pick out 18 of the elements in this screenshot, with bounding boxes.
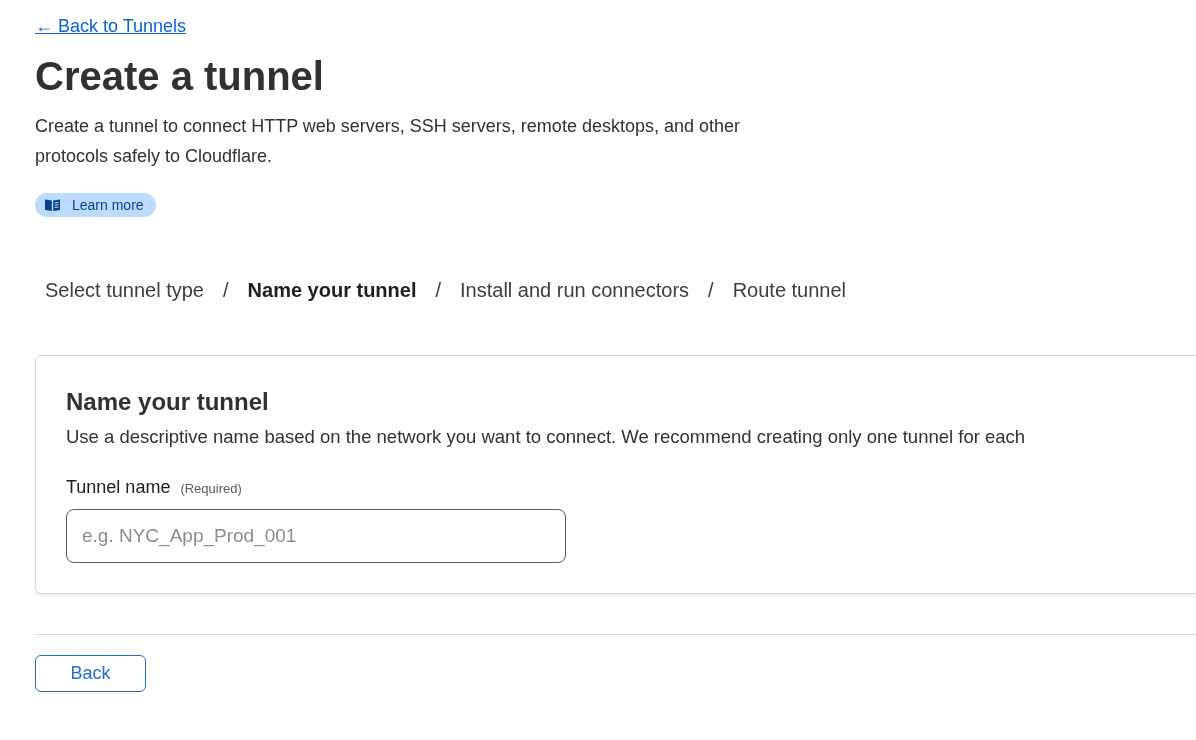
card-title: Name your tunnel bbox=[66, 387, 270, 417]
breadcrumb-step: Install and run connectors bbox=[460, 276, 690, 304]
page-description: Create a tunnel to connect HTTP web servers, SSH servers, remote desktops, and other protocols safely to Cloudflare. bbox=[35, 115, 741, 168]
page-title: Create a tunnel bbox=[35, 53, 324, 100]
breadcrumb-step: Route tunnel bbox=[732, 276, 847, 304]
back-button[interactable]: Back bbox=[35, 655, 146, 692]
breadcrumb-step: Select tunnel type bbox=[45, 276, 204, 304]
learn-more-button[interactable]: Learn more bbox=[35, 193, 156, 217]
breadcrumb-step: Name your tunnel bbox=[247, 276, 417, 304]
required-hint: (Required) bbox=[180, 480, 242, 498]
card-description: Use a descriptive name based on the network you want to connect. We recommend creating only one tunnel for each bbox=[66, 425, 1027, 449]
book-icon bbox=[45, 199, 60, 211]
breadcrumb-separator: / bbox=[435, 278, 442, 303]
breadcrumb-separator: / bbox=[708, 278, 714, 303]
tunnel-name-input[interactable]: e.g. NYC_App_Prod_001 bbox=[66, 509, 566, 563]
breadcrumb-separator: / bbox=[223, 278, 229, 303]
back-link[interactable]: ← Back to Tunnels bbox=[35, 14, 187, 38]
field-label: Tunnel name bbox=[66, 476, 171, 499]
